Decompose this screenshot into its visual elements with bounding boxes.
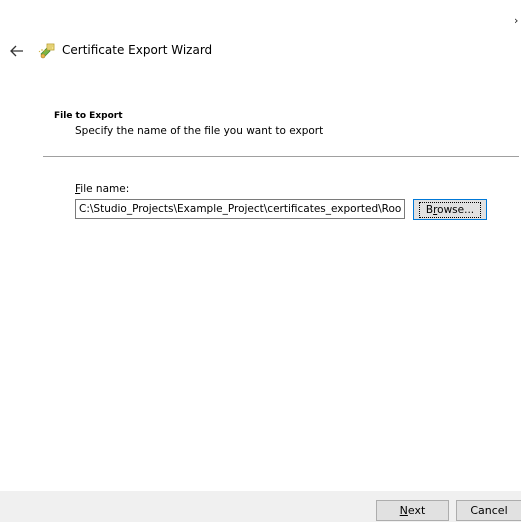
wizard-title: Certificate Export Wizard <box>62 43 213 57</box>
cancel-button[interactable]: Cancel <box>456 500 521 521</box>
section-heading: File to Export <box>54 111 123 121</box>
certificate-export-wizard-window: › Certificate Export Wizard File to Expo… <box>0 0 521 522</box>
back-arrow-icon[interactable] <box>8 43 26 59</box>
file-name-input[interactable] <box>75 199 405 219</box>
close-icon[interactable]: › <box>514 14 518 27</box>
file-name-label-text: ile name: <box>80 183 130 195</box>
browse-label-post: owse... <box>437 203 475 216</box>
wizard-footer: Next Cancel <box>0 491 521 522</box>
file-name-label: File name: <box>75 183 129 195</box>
divider <box>43 156 519 157</box>
next-label-text: ext <box>407 504 426 517</box>
browse-button-label: Browse... <box>418 201 482 218</box>
next-label-accel: N <box>399 504 408 517</box>
next-button[interactable]: Next <box>376 500 449 521</box>
section-description: Specify the name of the file you want to… <box>75 125 324 137</box>
browse-button[interactable]: Browse... <box>413 199 487 220</box>
browse-label-pre: B <box>425 203 434 216</box>
wizard-header: Certificate Export Wizard <box>0 38 521 66</box>
certificate-wizard-icon <box>38 42 56 60</box>
